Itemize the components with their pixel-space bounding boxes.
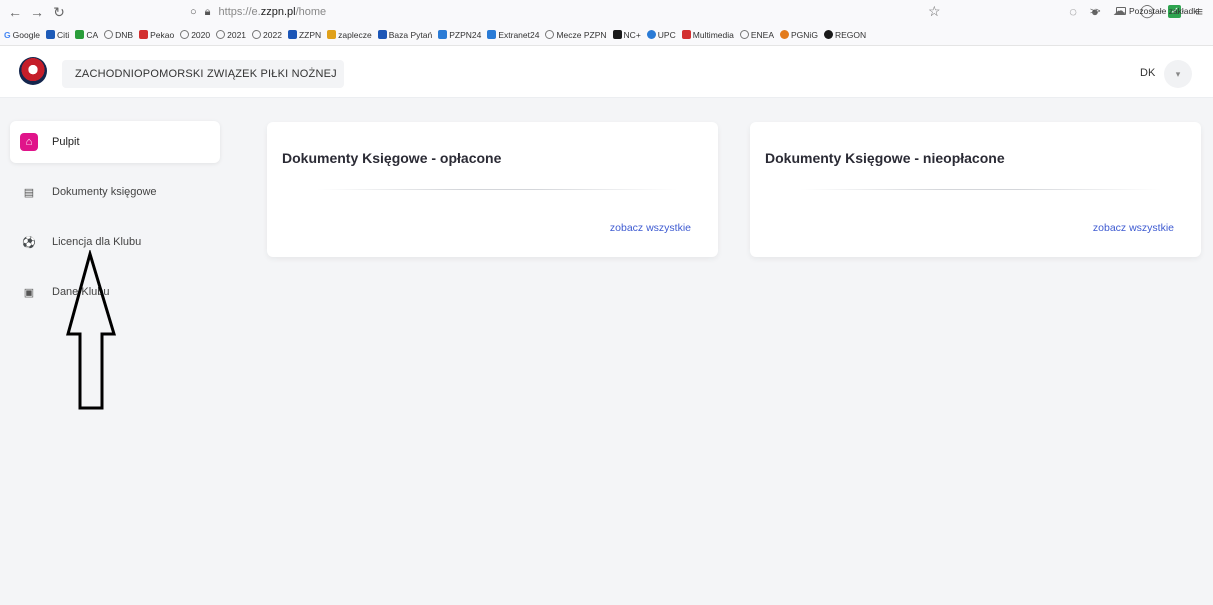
bookmark-pekao[interactable]: Pekao [139, 30, 174, 40]
bookmark-zzpn[interactable]: ZZPN [287, 30, 321, 40]
extranet24-icon [487, 30, 497, 39]
globe-icon [545, 30, 555, 39]
bookmark-extranet24[interactable]: Extranet24 [487, 30, 539, 40]
card-divider [317, 189, 678, 190]
home-icon: ⌂ [20, 133, 38, 151]
bookmark-zaplecze[interactable]: zaplecze [327, 30, 372, 40]
ca-icon [75, 30, 85, 39]
card-title: Dokumenty Księgowe - nieopłacone [765, 150, 1005, 166]
baza-pytan-icon [377, 30, 387, 39]
upc-icon [646, 30, 656, 39]
bookmark-2021[interactable]: 2021 [216, 30, 246, 40]
bookmark-ca[interactable]: CA [75, 30, 98, 40]
globe-icon [180, 30, 190, 39]
bookmark-multimedia[interactable]: Multimedia [681, 30, 734, 40]
browser-nav-bar: ← → ↻ ○ 🔒︎ https://e.zzpn.pl/home [0, 0, 1213, 24]
see-all-link[interactable]: zobacz wszystkie [1093, 222, 1174, 234]
zzpn-icon [287, 30, 297, 39]
other-bookmarks-label: Pozostałe zakładki [1129, 6, 1200, 16]
regon-icon [823, 30, 833, 39]
globe-icon [252, 30, 262, 39]
sidebar-item-label: Pulpit [52, 136, 80, 148]
globe-icon [739, 30, 749, 39]
bookmark-2020[interactable]: 2020 [180, 30, 210, 40]
zzpn-logo-icon[interactable] [19, 57, 47, 85]
bookmark-pgnig[interactable]: PGNiG [780, 30, 818, 40]
bookmark-mecze-pzpn[interactable]: Mecze PZPN [545, 30, 607, 40]
sidebar-item-label: Dokumenty księgowe [52, 186, 157, 198]
sidebar-item-pulpit[interactable]: ⌂ Pulpit [10, 121, 220, 163]
user-initials[interactable]: DK [1140, 67, 1155, 79]
unpaid-documents-card: Dokumenty Księgowe - nieopłacone zobacz … [750, 122, 1201, 257]
pekao-icon [139, 30, 149, 39]
pgnig-icon [780, 30, 790, 39]
bookmark-nc-plus[interactable]: NC+ [612, 30, 641, 40]
pocket-icon[interactable]: ◌ [1069, 4, 1077, 19]
bookmark-star-icon[interactable]: ☆ [928, 3, 941, 20]
globe-icon [104, 30, 114, 39]
bookmarks-bar: G Google Citi CA DNB Pekao 2020 2021 2022… [0, 24, 1213, 46]
football-icon: ⚽ [22, 236, 36, 249]
bookmark-regon[interactable]: REGON [823, 30, 866, 40]
url-text[interactable]: https://e.zzpn.pl/home [219, 6, 327, 18]
folder-icon [1116, 7, 1126, 15]
citi-icon [46, 30, 56, 39]
sidebar-item-dokumenty-ksiegowe[interactable]: ▤ Dokumenty księgowe [10, 171, 220, 213]
multimedia-icon [681, 30, 691, 39]
bookmark-citi[interactable]: Citi [46, 30, 69, 40]
bookmark-2022[interactable]: 2022 [252, 30, 282, 40]
back-arrow-icon[interactable]: ← [4, 4, 26, 20]
bookmark-dnb[interactable]: DNB [104, 30, 133, 40]
card-title: Dokumenty Księgowe - opłacone [282, 150, 502, 166]
card-divider [800, 189, 1161, 190]
sidebar-item-label: Licencja dla Klubu [52, 236, 142, 248]
zaplecze-icon [327, 30, 337, 39]
bookmark-google[interactable]: G Google [4, 30, 40, 40]
lock-icon: 🔒︎ [204, 5, 211, 18]
bookmark-baza-pytan[interactable]: Baza Pytań [377, 30, 432, 40]
other-bookmarks-folder[interactable]: Pozostałe zakładki [1116, 6, 1199, 16]
bookmark-upc[interactable]: UPC [646, 30, 676, 40]
globe-icon [216, 30, 226, 39]
document-icon: ▤ [23, 186, 35, 199]
clipboard-icon: ▣ [23, 286, 35, 299]
nc-plus-icon [612, 30, 622, 39]
app-header: ZACHODNIOPOMORSKI ZWIĄZEK PIŁKI NOŻNEJ D… [0, 46, 1213, 98]
pzpn24-icon [438, 30, 448, 39]
reload-icon[interactable]: ↻ [48, 4, 70, 21]
see-all-link[interactable]: zobacz wszystkie [610, 222, 691, 234]
google-icon: G [4, 29, 11, 40]
paid-documents-card: Dokumenty Księgowe - opłacone zobacz wsz… [267, 122, 718, 257]
forward-arrow-icon[interactable]: → [26, 4, 48, 20]
bookmark-pzpn24[interactable]: PZPN24 [438, 30, 481, 40]
shield-icon: ○ [190, 6, 197, 18]
org-name[interactable]: ZACHODNIOPOMORSKI ZWIĄZEK PIŁKI NOŻNEJ [62, 60, 344, 88]
user-menu-chevron-icon[interactable]: ▾ [1164, 60, 1192, 88]
address-bar[interactable]: ○ 🔒︎ https://e.zzpn.pl/home [190, 6, 326, 19]
annotation-arrow-icon [66, 250, 117, 410]
bookmarks-overflow-button[interactable]: >> [1090, 6, 1101, 16]
bookmark-enea[interactable]: ENEA [739, 30, 774, 40]
